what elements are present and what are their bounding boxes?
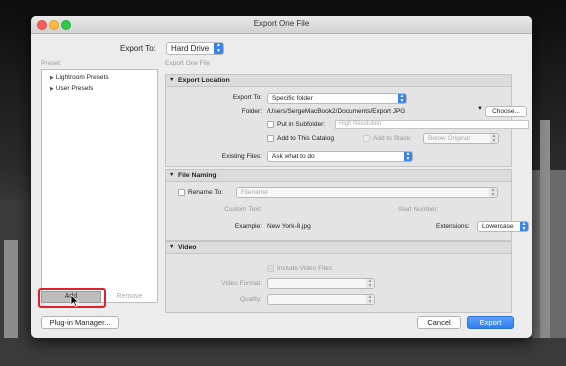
include-video-label: Include Video Files: bbox=[277, 265, 334, 272]
popup-arrows-icon: ▲ ▼ bbox=[366, 294, 374, 305]
remove-preset-button[interactable]: Remove bbox=[101, 291, 158, 303]
background-skyline bbox=[0, 338, 566, 366]
rename-checkbox[interactable] bbox=[178, 189, 185, 196]
folder-label: Folder: bbox=[241, 108, 262, 115]
popup-arrows-icon: ▲ ▼ bbox=[366, 278, 374, 289]
export-location-header[interactable]: ▼ Export Location bbox=[166, 75, 511, 87]
preset-list[interactable]: ▶ Lightroom Presets ▶ User Presets bbox=[41, 69, 158, 303]
existing-files-value: Ask what to do bbox=[272, 153, 315, 160]
subfolder-name-input[interactable]: High Resolution bbox=[335, 120, 529, 129]
disclosure-triangle-icon[interactable]: ▼ bbox=[169, 242, 174, 253]
file-naming-section: ▼ File Naming Rename To: Filename ▲ ▼ Cus… bbox=[165, 169, 529, 241]
popup-arrows-icon: ▲ ▼ bbox=[404, 151, 412, 162]
export-to-label: Export To: bbox=[120, 44, 156, 53]
export-button[interactable]: Export bbox=[467, 316, 514, 329]
example-filename: New York-8.jpg bbox=[267, 223, 311, 230]
extensions-label: Extensions: bbox=[436, 223, 470, 230]
popup-arrows-icon: ▲ ▼ bbox=[489, 187, 497, 198]
disclosure-triangle-icon[interactable]: ▼ bbox=[169, 170, 174, 181]
rename-template-popup[interactable]: Filename ▲ ▼ bbox=[236, 187, 498, 198]
export-panel-title: Export One File bbox=[165, 60, 211, 67]
include-video-checkbox[interactable] bbox=[267, 265, 274, 272]
plugin-manager-button[interactable]: Plug-in Manager... bbox=[41, 316, 119, 329]
window-title: Export One File bbox=[253, 19, 310, 28]
section-title: Export Location bbox=[178, 77, 230, 84]
quality-popup[interactable]: ▲ ▼ bbox=[267, 294, 375, 305]
video-section: ▼ Video Include Video Files: Video Forma… bbox=[165, 241, 512, 313]
folder-history-arrow-icon[interactable]: ▼ bbox=[477, 106, 483, 112]
preset-folder-lightroom[interactable]: ▶ Lightroom Presets bbox=[50, 74, 109, 81]
title-bar: Export One File bbox=[31, 16, 532, 34]
start-number-label: Start Number: bbox=[398, 206, 439, 213]
preset-folder-user[interactable]: ▶ User Presets bbox=[50, 85, 93, 92]
popup-arrows-icon: ▲ ▼ bbox=[214, 42, 223, 54]
add-to-stack-checkbox[interactable] bbox=[363, 135, 370, 142]
section-title: Video bbox=[178, 244, 197, 251]
disclosure-triangle-icon[interactable]: ▼ bbox=[169, 75, 174, 86]
export-dialog: Export One File Export To: Hard Drive ▲ ▼… bbox=[31, 16, 532, 338]
example-label: Example: bbox=[234, 223, 262, 230]
popup-arrows-icon: ▲ ▼ bbox=[490, 133, 498, 144]
settings-scrollbar[interactable] bbox=[516, 69, 524, 279]
export-to-popup[interactable]: Hard Drive ▲ ▼ bbox=[166, 42, 224, 55]
disclosure-triangle-icon[interactable]: ▶ bbox=[50, 75, 54, 81]
disclosure-triangle-icon[interactable]: ▶ bbox=[50, 86, 54, 92]
export-location-value: Specific folder bbox=[272, 95, 313, 102]
cancel-button[interactable]: Cancel bbox=[417, 316, 461, 329]
subfolder-checkbox[interactable] bbox=[267, 121, 274, 128]
export-to-folder-label: Export To: bbox=[232, 94, 262, 101]
stack-position-value: Below Original bbox=[428, 135, 470, 142]
add-to-stack-label: Add to Stack: bbox=[373, 135, 412, 142]
stack-position-popup[interactable]: Below Original ▲ ▼ bbox=[423, 133, 499, 144]
existing-files-label: Existing Files: bbox=[221, 153, 262, 160]
quality-label: Quality: bbox=[239, 296, 262, 303]
popup-arrows-icon: ▲ ▼ bbox=[398, 93, 406, 104]
extensions-value: Lowercase bbox=[482, 223, 514, 230]
rename-template-value: Filename bbox=[241, 189, 268, 196]
video-format-popup[interactable]: ▲ ▼ bbox=[267, 278, 375, 289]
preset-label: Preset: bbox=[41, 60, 62, 67]
video-header[interactable]: ▼ Video bbox=[166, 242, 511, 254]
export-location-popup[interactable]: Specific folder ▲ ▼ bbox=[267, 93, 407, 104]
section-title: File Naming bbox=[178, 172, 217, 179]
rename-label: Rename To: bbox=[188, 189, 223, 196]
preset-folder-label: Lightroom Presets bbox=[55, 74, 109, 81]
folder-path: /Users/SergeMacBook2/Documents/Export JP… bbox=[267, 108, 406, 115]
background-building bbox=[540, 120, 550, 366]
export-to-value: Hard Drive bbox=[171, 44, 210, 53]
add-to-catalog-checkbox[interactable] bbox=[267, 135, 274, 142]
file-naming-header[interactable]: ▼ File Naming bbox=[166, 170, 511, 182]
mouse-pointer-icon bbox=[70, 295, 80, 307]
add-to-catalog-label: Add to This Catalog bbox=[277, 135, 334, 142]
export-location-section: ▼ Export Location Export To: Specific fo… bbox=[165, 74, 529, 167]
video-format-label: Video Format: bbox=[221, 280, 262, 287]
subfolder-label: Put in Subfolder: bbox=[277, 121, 326, 128]
existing-files-popup[interactable]: Ask what to do ▲ ▼ bbox=[267, 151, 413, 162]
preset-folder-label: User Presets bbox=[55, 85, 94, 92]
custom-text-label: Custom Text: bbox=[224, 206, 262, 213]
